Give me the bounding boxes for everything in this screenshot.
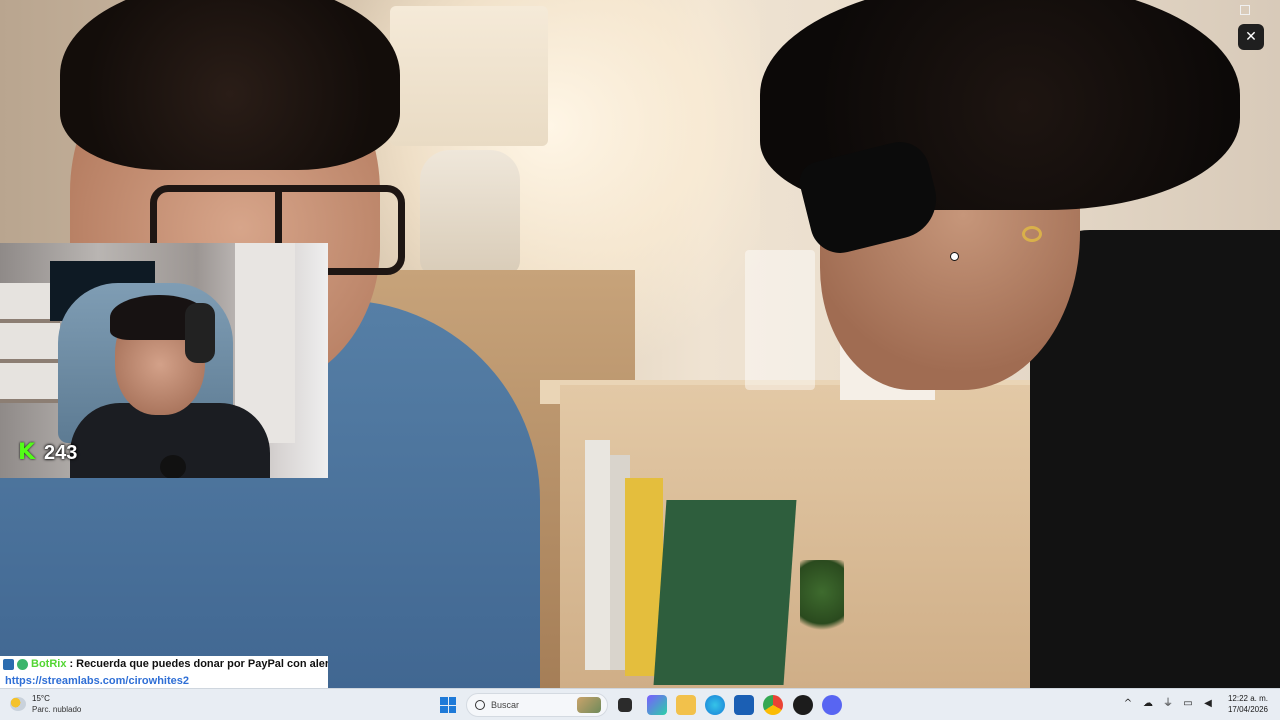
store-icon[interactable] (647, 695, 667, 715)
task-view-icon[interactable] (618, 698, 632, 712)
system-tray: ^ ☁ ⏚ ▭ ◀ (1122, 698, 1214, 710)
glass-vase (745, 250, 815, 390)
weather-temperature: 15°C (32, 694, 50, 703)
headset-icon (185, 303, 215, 363)
file-explorer-icon[interactable] (676, 695, 696, 715)
verified-badge-icon (17, 658, 28, 670)
person-left-hair (60, 0, 400, 170)
maximize-button[interactable] (1240, 5, 1250, 15)
chat-message-line: BotRix : Recuerda que puedes donar por P… (3, 658, 328, 670)
bot-badge-icon (3, 658, 14, 670)
partly-cloudy-icon (10, 697, 26, 711)
video-frame: ✕ K 243 BotRix : Recuerda que puedes don… (0, 0, 1280, 688)
volume-icon[interactable]: ◀ (1202, 698, 1214, 710)
onedrive-icon[interactable]: ☁ (1142, 698, 1154, 710)
lamp-shade (390, 6, 548, 146)
chat-link[interactable]: https://streamlabs.com/cirowhites2 (5, 675, 189, 687)
microsoft-store-icon[interactable] (734, 695, 754, 715)
display-icon[interactable]: ▭ (1182, 698, 1194, 710)
search-placeholder: Buscar (491, 700, 520, 710)
search-highlight-icon (577, 697, 601, 713)
person-right-earring (1022, 226, 1042, 242)
search-icon (475, 700, 485, 710)
viewer-count: 243 (44, 441, 78, 464)
chat-message: Recuerda que puedes donar por PayPal con… (76, 658, 328, 670)
webcam-overlay: K 243 (0, 243, 328, 478)
close-button[interactable]: ✕ (1238, 24, 1264, 50)
book (585, 440, 610, 670)
clock-time: 12:22 a. m. (1227, 694, 1268, 703)
weather-widget[interactable]: 15°C Parc. nublado (10, 693, 81, 715)
chat-username: BotRix (31, 658, 67, 670)
taskbar: 15°C Parc. nublado Buscar ^ ☁ ⏚ ▭ ◀ 12:2… (0, 688, 1280, 720)
chrome-icon[interactable] (763, 695, 783, 715)
weather-description: Parc. nublado (32, 705, 82, 714)
start-icon[interactable] (440, 697, 456, 713)
zoom-cursor-icon (950, 252, 959, 261)
plant (800, 560, 844, 640)
viewer-counter: K 243 (18, 440, 77, 466)
chevron-up-icon[interactable]: ^ (1122, 698, 1134, 710)
close-icon: ✕ (1245, 29, 1257, 45)
chat-separator: : (69, 658, 74, 670)
microphone-icon[interactable]: ⏚ (1162, 698, 1174, 710)
chat-alert: BotRix : Recuerda que puedes donar por P… (0, 656, 328, 688)
kick-logo-icon: K (18, 440, 36, 465)
book (653, 500, 797, 685)
microphone-icon (160, 455, 186, 478)
clock[interactable]: 12:22 a. m. 17/04/2026 (1224, 693, 1268, 715)
clock-date: 17/04/2026 (1227, 705, 1268, 714)
obs-icon[interactable] (793, 695, 813, 715)
edge-icon[interactable] (705, 695, 725, 715)
discord-icon[interactable] (822, 695, 842, 715)
search-input[interactable]: Buscar (466, 693, 608, 717)
lamp-base (420, 150, 520, 275)
